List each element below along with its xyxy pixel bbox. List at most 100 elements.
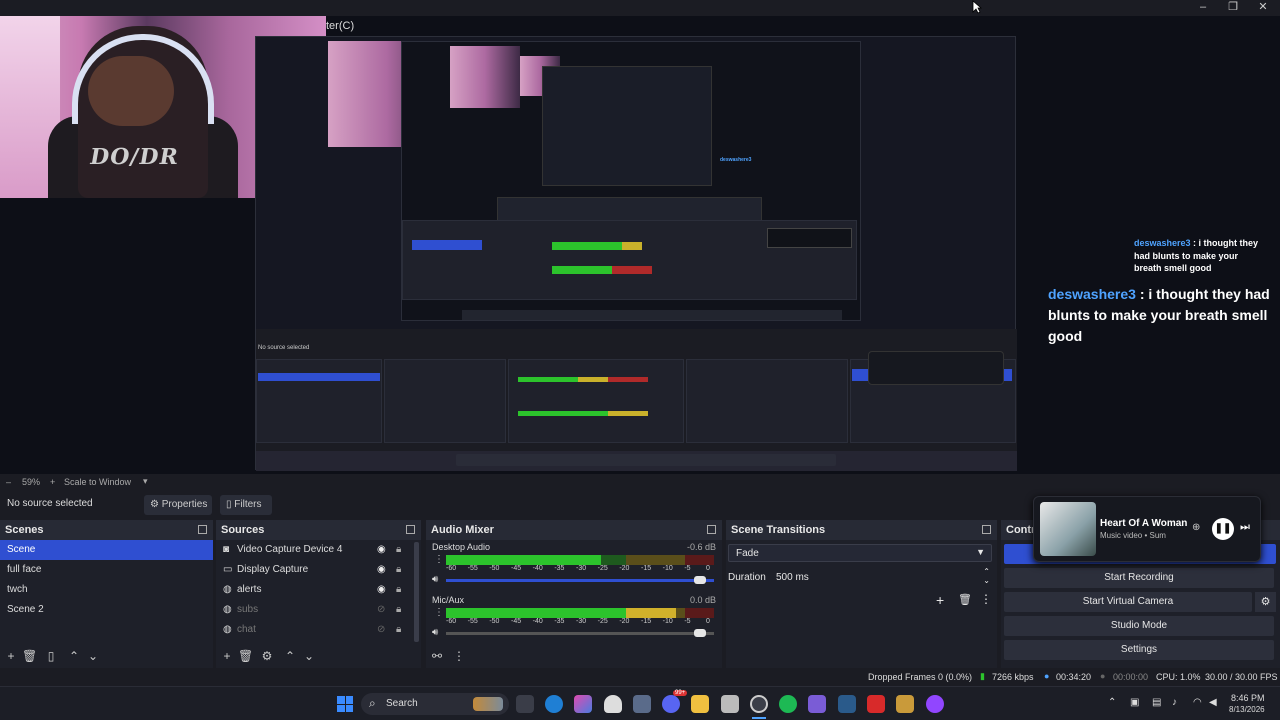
filter-icon[interactable]: ▯ — [44, 649, 58, 663]
add-icon[interactable]: ⊕ — [1192, 522, 1200, 533]
source-item[interactable]: ◍ subs ⊘ 🔒︎ — [216, 600, 421, 620]
scenes-title: Scenes — [0, 520, 213, 540]
speaker-icon[interactable]: 🔊︎ — [432, 627, 438, 638]
steam-icon[interactable] — [838, 695, 856, 713]
scene-item[interactable]: twch — [0, 580, 213, 600]
arrow-up-icon[interactable]: ⌃ — [283, 649, 297, 663]
tray-icon[interactable]: ▣ — [1130, 697, 1139, 708]
arrow-down-icon[interactable]: ⌄ — [302, 649, 316, 663]
eye-icon[interactable]: ◉ — [377, 540, 386, 560]
lock-icon[interactable]: 🔒︎ — [396, 600, 401, 620]
dock-menu-icon[interactable] — [406, 525, 415, 534]
gear-icon[interactable]: ⚙ — [260, 649, 274, 663]
edge-icon[interactable] — [545, 695, 563, 713]
pause-icon[interactable]: ❚❚ — [1212, 518, 1234, 540]
settings-button[interactable]: Settings — [1004, 640, 1274, 660]
task-view-icon[interactable] — [516, 695, 534, 713]
tray-icon[interactable]: ▤ — [1152, 697, 1161, 708]
app-icon[interactable] — [867, 695, 885, 713]
filters-button[interactable]: ▯ Filters — [220, 495, 272, 515]
arrow-down-icon[interactable]: ⌄ — [86, 649, 100, 663]
dock-menu-icon[interactable] — [982, 525, 991, 534]
more-icon[interactable]: ⋮ — [434, 554, 444, 565]
obs-icon[interactable] — [750, 695, 768, 713]
spin-up-icon[interactable]: ⌃ — [983, 567, 990, 576]
twitch-icon[interactable] — [926, 695, 944, 713]
dock-menu-icon[interactable] — [198, 525, 207, 534]
volume-slider[interactable] — [446, 576, 714, 584]
volume-icon[interactable]: ◀ — [1209, 697, 1217, 708]
scene-item[interactable]: full face — [0, 560, 213, 580]
start-virtual-camera-button[interactable]: Start Virtual Camera — [1004, 592, 1252, 612]
wifi-icon[interactable]: ◠ — [1193, 697, 1202, 708]
stream-icon: ● — [1044, 671, 1050, 681]
eye-hidden-icon[interactable]: ⊘ — [377, 600, 385, 620]
spin-down-icon[interactable]: ⌄ — [983, 576, 990, 585]
folder-icon[interactable] — [691, 695, 709, 713]
duration-input[interactable]: 500 ms ⌃ ⌄ — [770, 567, 992, 586]
spotify-icon[interactable] — [779, 695, 797, 713]
scene-item[interactable]: Scene — [0, 540, 213, 560]
trash-icon[interactable]: 🗑 — [22, 649, 37, 663]
nested-obs-dock: No source selected — [256, 329, 1017, 471]
app-icon[interactable] — [896, 695, 914, 713]
clock-time[interactable]: 8:46 PM — [1231, 693, 1265, 703]
slider-knob[interactable] — [693, 576, 706, 584]
eye-hidden-icon[interactable]: ⊘ — [377, 620, 385, 640]
app-icon[interactable] — [808, 695, 826, 713]
chevron-down-icon[interactable]: ▾ — [143, 476, 148, 487]
clock-date[interactable]: 8/13/2026 — [1229, 705, 1265, 714]
source-item[interactable]: ◍ alerts ◉ 🔒︎ — [216, 580, 421, 600]
lock-icon[interactable]: 🔒︎ — [396, 620, 401, 640]
more-icon[interactable]: ⋮ — [980, 592, 992, 606]
cpu-usage: CPU: 1.0% — [1156, 672, 1201, 682]
link-icon[interactable]: ⚯ — [430, 649, 444, 663]
next-track-icon[interactable]: ⏭ — [1240, 521, 1250, 534]
source-item[interactable]: ◍ chat ⊘ 🔒︎ — [216, 620, 421, 640]
scenes-toolbar: + 🗑 ▯ ⌃ ⌄ — [0, 646, 213, 668]
minimize-button[interactable]: – — [1188, 0, 1218, 14]
add-icon[interactable]: + — [4, 649, 18, 663]
scene-item[interactable]: Scene 2 — [0, 600, 213, 620]
lock-icon[interactable]: 🔒︎ — [396, 540, 401, 560]
close-button[interactable]: ✕ — [1248, 0, 1278, 14]
dock-menu-icon[interactable] — [707, 525, 716, 534]
eye-icon[interactable]: ◉ — [377, 580, 386, 600]
transition-select[interactable]: Fade ▼ — [728, 544, 992, 562]
trash-icon[interactable]: 🗑 — [238, 649, 253, 663]
speaker-icon[interactable]: 🔊︎ — [432, 574, 438, 585]
app-icon[interactable] — [721, 695, 739, 713]
scale-mode-select[interactable]: Scale to Window — [64, 477, 131, 487]
more-icon[interactable]: ⋮ — [452, 649, 466, 663]
add-transition-icon[interactable]: + — [936, 592, 944, 608]
microphone-icon[interactable]: ♪ — [1172, 697, 1177, 708]
maximize-button[interactable]: ❐ — [1218, 0, 1248, 14]
meter-tick: -45 — [511, 565, 522, 572]
copilot-icon[interactable] — [574, 695, 592, 713]
volume-slider[interactable] — [446, 629, 714, 637]
eye-icon[interactable]: ◉ — [377, 560, 386, 580]
gear-icon[interactable]: ⚙ — [1255, 592, 1276, 612]
zoom-in-icon[interactable]: + — [50, 477, 55, 487]
store-icon[interactable] — [633, 695, 651, 713]
studio-mode-button[interactable]: Studio Mode — [1004, 616, 1274, 636]
discord-icon[interactable] — [662, 695, 680, 713]
tray-chevron-icon[interactable]: ⌃ — [1108, 697, 1116, 708]
taskbar-search[interactable]: ⌕ Search — [361, 693, 509, 715]
lock-icon[interactable]: 🔒︎ — [396, 580, 401, 600]
zoom-out-icon[interactable]: – — [6, 477, 11, 487]
source-item[interactable]: ◙ Video Capture Device 4 ◉ 🔒︎ — [216, 540, 421, 560]
arrow-up-icon[interactable]: ⌃ — [67, 649, 81, 663]
scrollbar[interactable] — [414, 542, 419, 642]
add-icon[interactable]: + — [220, 649, 234, 663]
slider-knob[interactable] — [693, 629, 706, 637]
source-item[interactable]: ▭ Display Capture ◉ 🔒︎ — [216, 560, 421, 580]
start-icon[interactable] — [337, 696, 353, 712]
trash-icon[interactable]: 🗑 — [958, 593, 972, 606]
preview-canvas[interactable]: DO/DR ter(C) deswashere3 deswashere3 : i… — [0, 16, 1280, 474]
alien-icon[interactable] — [604, 695, 622, 713]
more-icon[interactable]: ⋮ — [434, 607, 444, 618]
properties-button[interactable]: ⚙ Properties — [144, 495, 212, 515]
start-recording-button[interactable]: Start Recording — [1004, 568, 1274, 588]
lock-icon[interactable]: 🔒︎ — [396, 560, 401, 580]
